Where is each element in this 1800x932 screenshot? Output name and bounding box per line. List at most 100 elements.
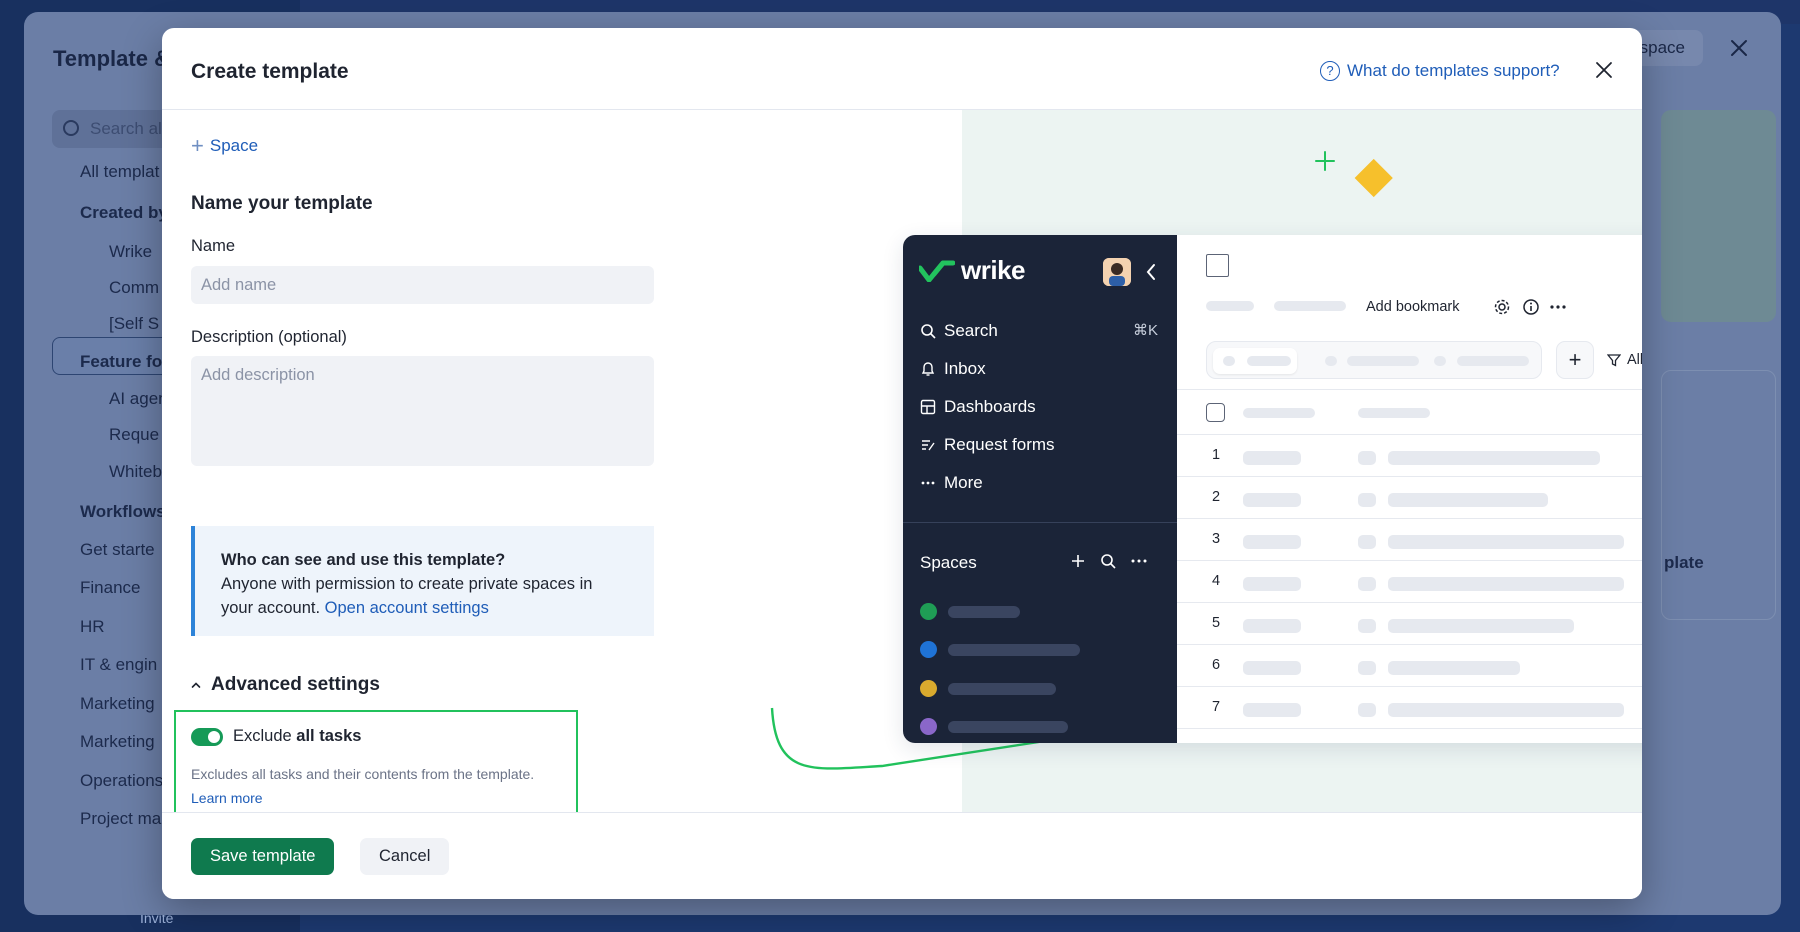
space-dot — [920, 641, 937, 658]
preview-nav-inbox[interactable]: Inbox — [920, 359, 986, 379]
preview-nav-dashboards[interactable]: Dashboards — [920, 397, 1036, 417]
placeholder — [1325, 356, 1337, 366]
all-tasks-filter[interactable]: All tasks — [1607, 352, 1642, 368]
placeholder — [1434, 356, 1446, 366]
add-space-link[interactable]: + Space — [191, 135, 258, 157]
bg-category-item[interactable]: All templat — [80, 162, 159, 182]
template-description-input[interactable] — [191, 356, 654, 466]
info-icon[interactable] — [1522, 298, 1540, 316]
title-checkbox[interactable] — [1206, 254, 1229, 277]
row-number: 4 — [1212, 573, 1221, 589]
template-gallery-title: Template & — [53, 46, 170, 71]
table-row[interactable]: 4 — [1177, 561, 1642, 603]
placeholder — [1243, 577, 1301, 591]
template-form: + Space Name your template Name Descript… — [162, 110, 962, 828]
bg-category-item[interactable]: Marketing — [80, 694, 155, 714]
preview-nav-request-forms[interactable]: Request forms — [920, 435, 1055, 455]
advanced-settings-label: Advanced settings — [211, 674, 380, 695]
wrike-check-icon — [919, 260, 955, 282]
advanced-settings-toggle[interactable]: Advanced settings — [191, 674, 380, 696]
wrike-logo: wrike — [919, 255, 1026, 286]
table-row[interactable]: 5 — [1177, 603, 1642, 645]
add-bookmark[interactable]: Add bookmark — [1366, 299, 1460, 315]
chevron-up-icon — [191, 682, 201, 688]
table-row[interactable]: 2 — [1177, 477, 1642, 519]
cancel-button[interactable]: Cancel — [360, 838, 450, 875]
placeholder — [1206, 301, 1254, 311]
table-row[interactable]: 3 — [1177, 519, 1642, 561]
row-number: 6 — [1212, 657, 1221, 673]
bell-icon — [921, 362, 935, 376]
plus-icon[interactable] — [1070, 553, 1086, 569]
dashboard-icon — [920, 399, 936, 415]
row-number: 3 — [1212, 531, 1221, 547]
save-template-button[interactable]: Save template — [191, 838, 335, 875]
placeholder — [1388, 451, 1600, 465]
preview-sidebar: wrike Search ⌘K Inbox Dashboards Request… — [903, 235, 1177, 743]
bg-category-item: Workflows — [80, 502, 166, 521]
close-icon[interactable] — [1594, 60, 1614, 80]
gear-icon[interactable] — [1493, 298, 1511, 316]
bg-category-item[interactable]: AI agen — [109, 389, 168, 409]
toggle-knob — [208, 731, 220, 743]
bg-category-item[interactable]: HR — [80, 617, 105, 637]
exclude-tasks-title: Exclude all tasks — [233, 727, 361, 746]
placeholder — [1358, 408, 1430, 418]
bg-category-item[interactable]: Project ma — [80, 809, 161, 829]
search-placeholder: Search al — [90, 119, 162, 138]
avatar-image — [1103, 258, 1131, 286]
exclude-bold: all tasks — [296, 727, 362, 745]
preview-nav-search[interactable]: Search — [920, 321, 998, 341]
bg-category-item[interactable]: Reque — [109, 425, 159, 445]
more-icon — [921, 481, 935, 485]
form-icon — [922, 440, 935, 451]
logo-text: wrike — [961, 255, 1026, 285]
preview-nav-more[interactable]: More — [920, 473, 983, 493]
placeholder — [1358, 451, 1376, 465]
space-placeholder — [948, 644, 1080, 656]
table-row[interactable]: 6 — [1177, 645, 1642, 687]
bg-category-item[interactable]: Comm — [109, 278, 159, 298]
bg-category-item[interactable]: Get starte — [80, 540, 155, 560]
more-icon[interactable] — [1130, 553, 1148, 569]
open-account-settings-link[interactable]: Open account settings — [325, 599, 489, 617]
placeholder — [1358, 619, 1376, 633]
modal-title: Create template — [191, 60, 349, 83]
avatar[interactable] — [1103, 258, 1131, 286]
learn-more-link[interactable]: Learn more — [191, 790, 263, 806]
template-search-input[interactable]: Search al — [52, 110, 172, 148]
bg-category-item[interactable]: [Self S — [109, 314, 159, 334]
spaces-label: Spaces — [920, 553, 977, 572]
space-dot — [920, 680, 937, 697]
template-name-input[interactable] — [191, 266, 654, 304]
exclude-tasks-toggle[interactable] — [191, 728, 223, 746]
bg-category-item[interactable]: Whiteb — [109, 462, 162, 482]
bg-template-card-image — [1661, 110, 1776, 322]
name-label: Name — [191, 237, 236, 255]
more-icon[interactable] — [1549, 298, 1567, 316]
search-icon — [63, 120, 79, 136]
placeholder — [1243, 493, 1301, 507]
bg-template-card-text: plate — [1664, 553, 1704, 572]
chevron-left-icon[interactable] — [1145, 263, 1157, 281]
add-view-button[interactable]: + — [1556, 341, 1594, 379]
search-icon[interactable] — [1100, 553, 1116, 569]
bg-category-item[interactable]: Marketing — [80, 732, 155, 752]
placeholder — [1358, 577, 1376, 591]
placeholder — [1388, 493, 1548, 507]
table-row[interactable]: 7 — [1177, 687, 1642, 729]
filter-icon — [1607, 354, 1621, 367]
search-shortcut: ⌘K — [1133, 322, 1159, 339]
bg-category-item[interactable]: IT & engin — [80, 655, 157, 675]
close-icon[interactable] — [1725, 34, 1753, 62]
select-all-checkbox[interactable] — [1206, 403, 1225, 422]
bg-template-card[interactable] — [1661, 370, 1776, 620]
bg-category-item[interactable]: Finance — [80, 578, 140, 598]
templates-support-link[interactable]: ? What do templates support? — [1320, 61, 1560, 81]
placeholder — [1347, 356, 1419, 366]
bg-category-item[interactable]: Wrike — [109, 242, 152, 262]
placeholder — [1243, 661, 1301, 675]
space-placeholder — [948, 721, 1068, 733]
table-row[interactable]: 1 — [1177, 435, 1642, 477]
bg-category-item[interactable]: Operations — [80, 771, 163, 791]
